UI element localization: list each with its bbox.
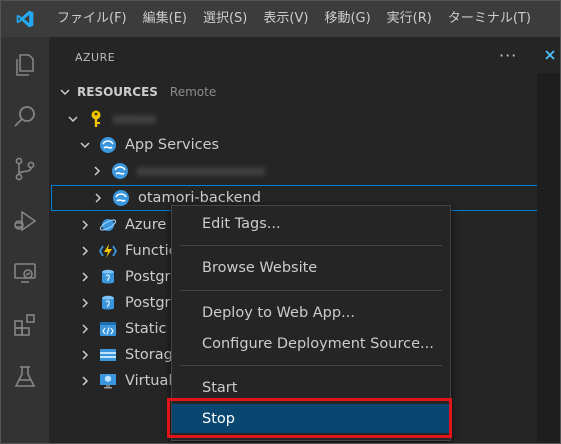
source-control-icon[interactable] bbox=[1, 145, 49, 193]
explorer-icon[interactable] bbox=[1, 41, 49, 89]
tree-item-label: Storag bbox=[125, 347, 173, 363]
menu-item-stop[interactable]: Stop bbox=[172, 404, 450, 433]
storage-icon bbox=[99, 346, 117, 364]
more-actions-icon[interactable]: ··· bbox=[499, 46, 517, 65]
chevron-down-icon bbox=[57, 84, 73, 100]
close-icon[interactable] bbox=[544, 49, 556, 61]
app-service-icon bbox=[111, 162, 129, 180]
postgres-icon bbox=[99, 294, 117, 312]
virtual-machine-icon bbox=[99, 372, 117, 390]
extensions-icon[interactable] bbox=[1, 301, 49, 349]
menu-separator bbox=[180, 290, 442, 291]
activity-bar bbox=[1, 37, 49, 443]
menu-item-browse-website[interactable]: Browse Website bbox=[172, 253, 450, 283]
tree-item-label: Postgr bbox=[125, 269, 171, 285]
menu-go[interactable]: 移動(G) bbox=[316, 1, 378, 37]
chevron-right-icon bbox=[89, 163, 105, 179]
editor-area bbox=[537, 37, 560, 443]
chevron-right-icon bbox=[77, 295, 93, 311]
context-menu: Edit Tags... Browse Website Deploy to We… bbox=[171, 205, 451, 441]
sidebar-title: AZURE bbox=[75, 51, 116, 64]
app-service-icon bbox=[99, 136, 117, 154]
menu-item-configure-deployment-source[interactable]: Configure Deployment Source... bbox=[172, 329, 450, 359]
chevron-down-icon bbox=[77, 137, 93, 153]
tree-item-app[interactable]: xxxxxxxxxxxxxxxxxx bbox=[49, 158, 560, 184]
section-subtitle: Remote bbox=[169, 85, 217, 99]
subscription-row[interactable]: xxxxxx bbox=[49, 106, 553, 132]
tree-item-label: Azure bbox=[125, 217, 167, 233]
menu-bar: ファイル(F) 編集(E) 選択(S) 表示(V) 移動(G) 実行(R) ター… bbox=[1, 1, 560, 37]
chevron-right-icon bbox=[77, 347, 93, 363]
menu-terminal[interactable]: ターミナル(T) bbox=[440, 1, 539, 37]
tree-item-label: App Services bbox=[125, 137, 220, 153]
section-title: RESOURCES bbox=[77, 85, 158, 99]
chevron-right-icon bbox=[77, 217, 93, 233]
tree-item-label: Functio bbox=[125, 243, 178, 259]
menu-item-deploy-to-web-app[interactable]: Deploy to Web App... bbox=[172, 298, 450, 328]
chevron-right-icon bbox=[90, 190, 106, 206]
menu-separator bbox=[180, 245, 442, 246]
chevron-right-icon bbox=[77, 243, 93, 259]
tree-item-app-services[interactable]: App Services bbox=[49, 132, 560, 158]
search-icon[interactable] bbox=[1, 93, 49, 141]
testing-icon[interactable] bbox=[1, 353, 49, 401]
app-service-icon bbox=[112, 189, 130, 207]
tree-item-label: Postgr bbox=[125, 295, 171, 311]
menu-item-edit-tags[interactable]: Edit Tags... bbox=[172, 209, 450, 239]
menu-item-start[interactable]: Start bbox=[172, 373, 450, 403]
editor-tab[interactable] bbox=[537, 37, 560, 73]
tree-item-label: Virtual bbox=[125, 373, 173, 389]
menu-view[interactable]: 表示(V) bbox=[255, 1, 316, 37]
chevron-down-icon bbox=[65, 111, 81, 127]
menu-edit[interactable]: 編集(E) bbox=[135, 1, 195, 37]
vscode-logo-icon bbox=[1, 1, 49, 37]
run-debug-icon[interactable] bbox=[1, 197, 49, 245]
chevron-right-icon bbox=[77, 321, 93, 337]
postgres-icon bbox=[99, 268, 117, 286]
menu-selection[interactable]: 選択(S) bbox=[195, 1, 255, 37]
remote-explorer-icon[interactable] bbox=[1, 249, 49, 297]
vscode-window: ファイル(F) 編集(E) 選択(S) 表示(V) 移動(G) 実行(R) ター… bbox=[0, 0, 561, 444]
menu-run[interactable]: 実行(R) bbox=[379, 1, 440, 37]
menu-separator bbox=[180, 365, 442, 366]
static-web-app-icon bbox=[99, 320, 117, 338]
resources-section-header[interactable]: RESOURCES Remote bbox=[49, 81, 537, 103]
chevron-right-icon bbox=[77, 269, 93, 285]
azure-cosmos-icon bbox=[99, 216, 117, 234]
chevron-right-icon bbox=[77, 373, 93, 389]
tree-item-label: otamori-backend bbox=[138, 190, 261, 206]
tree-item-label: xxxxxxxxxxxxxxxxxx bbox=[137, 164, 265, 178]
key-icon bbox=[87, 110, 105, 128]
function-app-icon bbox=[99, 242, 117, 260]
menu-file[interactable]: ファイル(F) bbox=[49, 1, 135, 37]
subscription-name: xxxxxx bbox=[113, 112, 156, 126]
